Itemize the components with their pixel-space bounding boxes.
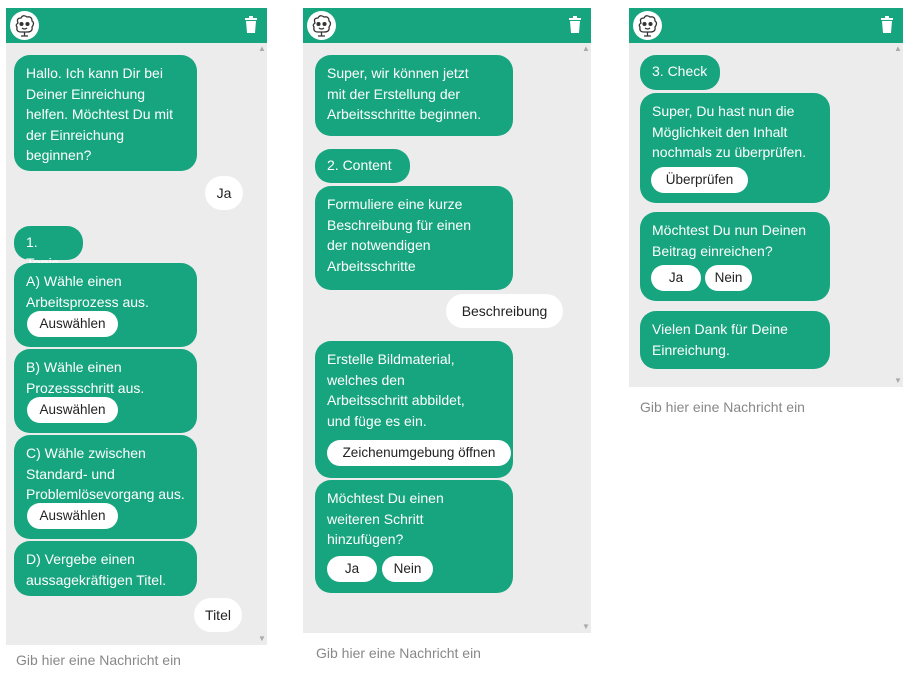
bot-message-step-d: D) Vergebe einen aussagekräftigen Titel. — [14, 541, 197, 596]
chat-scrollbar[interactable]: ▲ ▼ — [581, 43, 591, 633]
user-message: Titel — [194, 598, 242, 632]
chat-log[interactable]: Super, wir können jetzt mit der Erstellu… — [303, 43, 591, 633]
trash-icon[interactable] — [245, 16, 257, 33]
no-button[interactable]: Nein — [705, 265, 752, 291]
select-button-c[interactable]: Auswählen — [27, 503, 118, 529]
chatbot-panel-topic: Hallo. Ich kann Dir bei Deiner Einreichu… — [6, 8, 267, 675]
bot-message: Formuliere eine kurze Beschreibung für e… — [315, 186, 513, 290]
user-message: Ja — [205, 176, 243, 210]
chat-log[interactable]: 3. Check Super, Du hast nun die Möglichk… — [629, 43, 903, 387]
trash-icon[interactable] — [881, 16, 893, 33]
robot-face-icon — [633, 11, 662, 40]
chatbot-panel-content: Super, wir können jetzt mit der Erstellu… — [303, 8, 591, 675]
message-input[interactable]: Gib hier eine Nachricht ein — [629, 387, 903, 427]
bot-message-check-heading: 3. Check — [640, 55, 720, 90]
yes-button[interactable]: Ja — [651, 265, 701, 291]
open-drawing-button[interactable]: Zeichenumgebung öffnen — [327, 440, 511, 466]
robot-face-icon — [10, 11, 39, 40]
chat-scrollbar[interactable]: ▲ ▼ — [257, 43, 267, 645]
user-message: Beschreibung — [446, 294, 563, 328]
chat-log[interactable]: Hallo. Ich kann Dir bei Deiner Einreichu… — [6, 43, 267, 645]
chatbot-panel-check: 3. Check Super, Du hast nun die Möglichk… — [629, 8, 903, 438]
bot-message: Vielen Dank für Deine Einreichung. — [640, 311, 830, 369]
bot-message: Super, wir können jetzt mit der Erstellu… — [315, 55, 513, 136]
chat-scrollbar[interactable]: ▲ ▼ — [893, 43, 903, 387]
bot-message-content-heading: 2. Content — [315, 149, 410, 183]
select-button-a[interactable]: Auswählen — [27, 311, 118, 337]
yes-button[interactable]: Ja — [327, 556, 377, 582]
chat-header — [629, 8, 903, 43]
bot-message: Hallo. Ich kann Dir bei Deiner Einreichu… — [14, 55, 197, 171]
message-input[interactable]: Gib hier eine Nachricht ein — [6, 645, 267, 675]
select-button-b[interactable]: Auswählen — [27, 397, 118, 423]
message-input[interactable]: Gib hier eine Nachricht ein — [303, 633, 591, 673]
review-button[interactable]: Überprüfen — [651, 167, 748, 193]
chat-header — [6, 8, 267, 43]
chat-header — [303, 8, 591, 43]
trash-icon[interactable] — [569, 16, 581, 33]
no-button[interactable]: Nein — [382, 556, 433, 582]
bot-message-topic-heading: 1. Topic — [14, 226, 83, 271]
robot-face-icon — [307, 11, 336, 40]
